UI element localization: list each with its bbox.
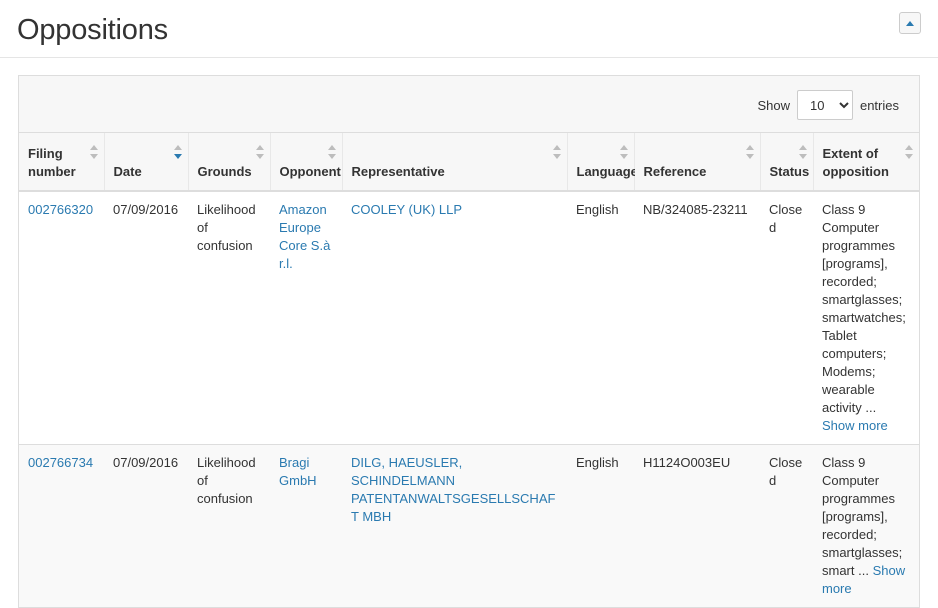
column-header-label: Opponent [279, 164, 341, 179]
column-header-filing-number[interactable]: Filing number [19, 133, 105, 192]
extent-text: Class 9 Computer programmes [programs], … [822, 202, 906, 415]
opponent-link[interactable]: Amazon Europe Core S.à r.l. [279, 202, 330, 271]
cell-date: 07/09/2016 [104, 444, 188, 607]
cell-status: Closed [760, 190, 813, 445]
status-text: Closed [769, 455, 803, 488]
column-header-label: Language [576, 164, 638, 179]
page-title: Oppositions [17, 14, 168, 46]
column-header-representative[interactable]: Representative [342, 133, 568, 192]
column-header-label: Reference [643, 164, 707, 179]
collapse-panel-button[interactable] [899, 12, 921, 34]
sort-arrows-icon [745, 145, 754, 159]
cell-opponent: Bragi GmbH [270, 444, 342, 607]
grounds-text: Likelihood of confusion [197, 202, 256, 253]
opponent-link[interactable]: Bragi GmbH [279, 455, 317, 488]
column-header-label: Grounds [197, 164, 252, 179]
table-controls: Show 102550100 entries [19, 76, 919, 133]
table-head: Filing number Date Grounds Opponent Represen… [19, 133, 919, 192]
caret-up-icon [906, 20, 914, 26]
table-row: 002766734 07/09/2016 Likelihood of confusi… [19, 444, 919, 607]
column-header-label: Date [113, 164, 142, 179]
sort-arrows-icon [327, 145, 336, 159]
filing-number-link[interactable]: 002766320 [28, 202, 93, 217]
reference-text: NB/324085-23211 [643, 202, 748, 217]
column-header-label: Filing number [28, 146, 76, 179]
table-length-control: Show 102550100 entries [757, 90, 899, 120]
representative-link[interactable]: DILG, HAEUSLER, SCHINDELMANN PATENTANWAL… [351, 455, 555, 524]
show-more-link[interactable]: Show more [822, 418, 888, 433]
date-text: 07/09/2016 [113, 455, 179, 470]
cell-grounds: Likelihood of confusion [188, 444, 270, 607]
cell-representative: COOLEY (UK) LLP [342, 190, 567, 445]
cell-language: English [567, 190, 634, 445]
column-header-reference[interactable]: Reference [634, 133, 761, 192]
date-text: 07/09/2016 [113, 202, 179, 217]
cell-status: Closed [760, 444, 813, 607]
extent-ellipsis: ... [865, 400, 877, 415]
cell-extent-of-opposition: Class 9 Computer programmes [programs], … [813, 444, 919, 607]
status-text: Closed [769, 202, 803, 235]
entries-label: entries [859, 97, 899, 113]
table-body: 002766320 07/09/2016 Likelihood of confusi… [19, 190, 919, 607]
cell-filing-number: 002766320 [19, 190, 104, 445]
cell-language: English [567, 444, 634, 607]
column-header-status[interactable]: Status [760, 133, 814, 192]
table-row: 002766320 07/09/2016 Likelihood of confusi… [19, 190, 919, 445]
cell-filing-number: 002766734 [19, 444, 104, 607]
extent-text: Class 9 Computer programmes [programs], … [822, 455, 903, 578]
cell-opponent: Amazon Europe Core S.à r.l. [270, 190, 342, 445]
cell-representative: DILG, HAEUSLER, SCHINDELMANN PATENTANWAL… [342, 444, 567, 607]
filing-number-link[interactable]: 002766734 [28, 455, 93, 470]
column-header-extent-of-opposition[interactable]: Extent of opposition [813, 133, 919, 192]
column-header-label: Status [769, 164, 810, 179]
representative-link[interactable]: COOLEY (UK) LLP [351, 202, 462, 217]
column-header-date[interactable]: Date [104, 133, 189, 192]
sort-arrows-icon [89, 145, 98, 159]
table-header-row: Filing number Date Grounds Opponent Represen… [19, 133, 919, 192]
show-label: Show [757, 97, 790, 113]
sort-arrows-icon [619, 145, 628, 159]
cell-reference: H1124O003EU [634, 444, 760, 607]
sort-arrows-icon [552, 145, 561, 159]
language-text: English [576, 202, 619, 217]
extent-ellipsis: ... [858, 563, 873, 578]
cell-extent-of-opposition: Class 9 Computer programmes [programs], … [813, 190, 919, 445]
sort-arrows-icon [905, 145, 913, 159]
sort-arrows-icon [255, 145, 264, 159]
grounds-text: Likelihood of confusion [197, 455, 256, 506]
oppositions-table: Filing number Date Grounds Opponent Represen… [19, 133, 919, 607]
sort-arrows-icon [173, 145, 182, 159]
cell-reference: NB/324085-23211 [634, 190, 760, 445]
entries-per-page-select[interactable]: 102550100 [796, 90, 853, 120]
language-text: English [576, 455, 619, 470]
page-header: Oppositions [0, 0, 938, 58]
column-header-opponent[interactable]: Opponent [270, 133, 343, 192]
column-header-language[interactable]: Language [567, 133, 638, 192]
cell-date: 07/09/2016 [104, 190, 188, 445]
column-header-label: Representative [351, 164, 445, 179]
column-header-grounds[interactable]: Grounds [188, 133, 271, 192]
oppositions-panel: Show 102550100 entries Filing number Date… [18, 75, 920, 608]
sort-arrows-icon [798, 145, 807, 159]
column-header-label: Extent of opposition [822, 146, 889, 179]
cell-grounds: Likelihood of confusion [188, 190, 270, 445]
reference-text: H1124O003EU [643, 455, 731, 470]
